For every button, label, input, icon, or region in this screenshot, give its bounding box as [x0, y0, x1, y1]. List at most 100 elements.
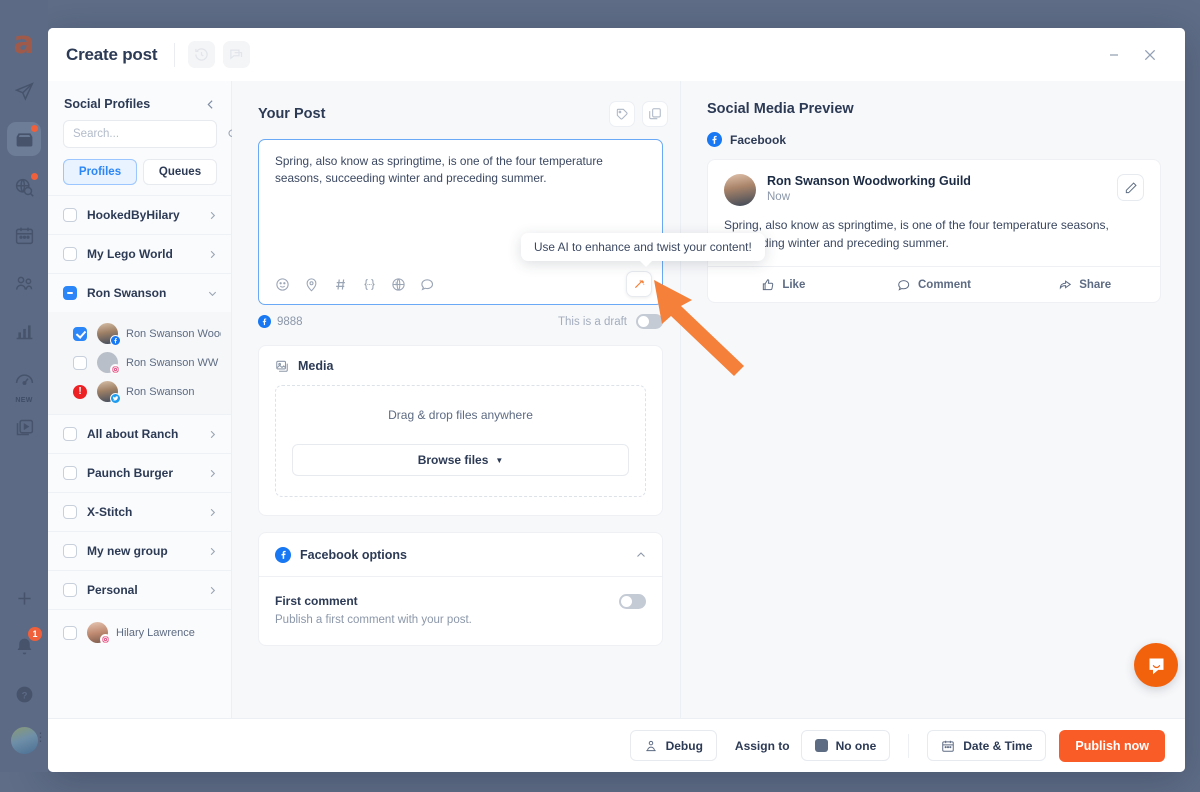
variable-icon[interactable] [362, 277, 377, 292]
sidebar-group-my-lego-world[interactable]: My Lego World [48, 234, 231, 273]
emoji-icon[interactable] [275, 277, 290, 292]
preview-network-label: Facebook [730, 132, 787, 147]
instagram-icon [100, 634, 111, 645]
profile-checkbox[interactable] [73, 355, 87, 370]
search-field[interactable] [63, 120, 238, 148]
sidebar-group-all-about-ranch[interactable]: All about Ranch [48, 414, 231, 453]
profile-ron-swanson-twitter[interactable]: Ron Swanson [48, 377, 231, 406]
image-icon [275, 359, 289, 373]
group-label: My Lego World [87, 247, 173, 261]
draft-toggle[interactable] [636, 314, 663, 329]
like-button[interactable]: Like [708, 278, 859, 292]
assignee-avatar-icon [814, 739, 828, 752]
assignee-selector[interactable]: No one [800, 730, 891, 761]
group-checkbox[interactable] [63, 466, 77, 480]
speech-bubble-icon[interactable] [420, 277, 435, 292]
avatar [724, 174, 756, 206]
discovery-badge-dot [31, 173, 38, 180]
profile-label: Hilary Lawrence [116, 626, 195, 639]
duplicate-icon[interactable] [642, 101, 668, 127]
profile-error-badge[interactable] [73, 384, 87, 399]
sidebar-group-paunch-burger[interactable]: Paunch Burger [48, 453, 231, 492]
profile-ron-swanson-woodworking[interactable]: Ron Swanson Woodwo... [48, 319, 231, 348]
location-icon[interactable] [304, 277, 319, 292]
comment-label: Comment [917, 278, 972, 291]
group-checkbox[interactable] [63, 505, 77, 519]
tab-profiles[interactable]: Profiles [63, 159, 137, 185]
sidebar-group-ron-swanson[interactable]: Ron Swanson [48, 273, 231, 312]
minimize-icon[interactable] [1101, 42, 1127, 68]
notification-badge: 1 [28, 627, 42, 641]
sidebar-group-hookedbyhilary[interactable]: HookedByHilary [48, 195, 231, 234]
first-comment-toggle[interactable] [619, 594, 646, 609]
tab-queues[interactable]: Queues [143, 159, 217, 185]
group-label: My new group [87, 544, 168, 558]
inbox-badge-dot [31, 125, 38, 132]
nav-users-icon[interactable] [7, 266, 41, 300]
nav-inbox-icon[interactable] [7, 122, 41, 156]
share-button[interactable]: Share [1009, 278, 1160, 292]
edit-icon[interactable] [1117, 174, 1144, 201]
sidebar-group-my-new-group[interactable]: My new group [48, 531, 231, 570]
profile-label: Ron Swanson WW Guild [126, 356, 221, 369]
group-checkbox[interactable] [63, 544, 77, 558]
your-post-title: Your Post [258, 106, 326, 122]
nav-speedometer-icon[interactable]: NEW [7, 362, 41, 404]
svg-text:?: ? [21, 690, 27, 701]
facebook-options-header[interactable]: Facebook options [259, 533, 662, 577]
chevron-right-icon [207, 210, 218, 221]
preview-actions: Like Comment Share [708, 266, 1160, 302]
globe-icon[interactable] [391, 277, 406, 292]
nav-help-icon[interactable]: ? [7, 677, 41, 711]
support-chat-button[interactable] [1134, 643, 1178, 687]
date-time-button[interactable]: Date & Time [927, 730, 1047, 761]
profile-checkbox[interactable] [63, 625, 77, 640]
nav-globe-search-icon[interactable] [7, 170, 41, 204]
facebook-preview-card: Ron Swanson Woodworking Guild Now Spring… [707, 159, 1161, 303]
nav-send-icon[interactable] [7, 74, 41, 108]
history-icon[interactable] [188, 41, 216, 68]
group-checkbox[interactable] [63, 286, 77, 300]
facebook-icon [707, 132, 722, 147]
comment-button[interactable]: Comment [859, 278, 1010, 292]
debug-button[interactable]: Debug [629, 730, 717, 761]
date-time-label: Date & Time [963, 738, 1033, 753]
facebook-icon [258, 315, 271, 328]
nav-analytics-icon[interactable] [7, 314, 41, 348]
ai-assist-button[interactable] [626, 271, 652, 297]
group-checkbox[interactable] [63, 208, 77, 222]
sidebar-group-personal[interactable]: Personal [48, 570, 231, 609]
user-avatar[interactable] [10, 727, 47, 754]
close-icon[interactable] [1137, 42, 1163, 68]
tag-icon[interactable] [609, 101, 635, 127]
chevron-up-icon[interactable] [635, 549, 647, 561]
profile-hilary-lawrence[interactable]: Hilary Lawrence [48, 609, 231, 655]
nav-video-icon[interactable] [7, 410, 41, 444]
profile-checkbox[interactable] [73, 326, 87, 341]
debug-label: Debug [665, 738, 703, 753]
nav-plus-icon[interactable] [7, 581, 41, 615]
group-checkbox[interactable] [63, 247, 77, 261]
media-dropzone[interactable]: Drag & drop files anywhere Browse files … [275, 385, 646, 497]
browse-files-button[interactable]: Browse files ▼ [292, 444, 629, 476]
avatar [97, 352, 121, 375]
modal-header: Create post [48, 28, 1185, 81]
sidebar-group-x-stitch[interactable]: X-Stitch [48, 492, 231, 531]
avatar [97, 323, 121, 346]
browse-files-label: Browse files [417, 453, 489, 467]
search-input[interactable] [73, 128, 227, 140]
profile-ron-swanson-ww-guild[interactable]: Ron Swanson WW Guild [48, 348, 231, 377]
group-checkbox[interactable] [63, 427, 77, 441]
nav-bell-icon[interactable]: 1 [7, 627, 42, 663]
nav-calendar-icon[interactable] [7, 218, 41, 252]
publish-now-button[interactable]: Publish now [1059, 729, 1165, 762]
preview-post-header: Ron Swanson Woodworking Guild Now [724, 174, 1144, 206]
post-composer[interactable]: Spring, also know as springtime, is one … [258, 139, 663, 305]
group-checkbox[interactable] [63, 583, 77, 597]
sidebar-collapse-icon[interactable] [204, 98, 217, 111]
hashtag-icon[interactable] [333, 277, 348, 292]
profiles-queues-tabs: Profiles Queues [63, 159, 217, 185]
preview-timestamp: Now [767, 191, 791, 203]
chevron-right-icon [207, 507, 218, 518]
comments-icon[interactable] [223, 41, 251, 68]
